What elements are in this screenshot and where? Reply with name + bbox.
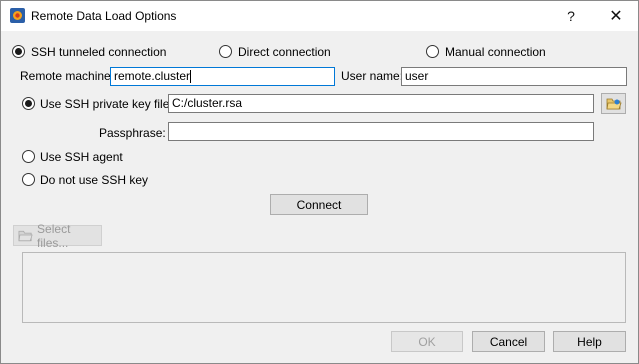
user-name-label: User name: <box>341 69 404 83</box>
passphrase-label: Passphrase: <box>99 126 166 140</box>
radio-ssh-agent-label: Use SSH agent <box>40 150 123 164</box>
close-button[interactable]: ✕ <box>594 1 638 31</box>
radio-direct[interactable]: Direct connection <box>218 44 338 60</box>
help-icon: ? <box>567 8 575 24</box>
radio-ssh-tunneled-circle[interactable] <box>12 45 25 58</box>
radio-manual-circle[interactable] <box>426 45 439 58</box>
select-files-label: Select files... <box>37 221 71 250</box>
radio-ssh-agent[interactable]: Use SSH agent <box>21 149 131 165</box>
radio-direct-label: Direct connection <box>238 45 331 59</box>
remote-machine-label: Remote machine: <box>20 69 115 83</box>
browse-key-button[interactable] <box>601 93 626 114</box>
radio-no-ssh-key[interactable]: Do not use SSH key <box>21 172 151 188</box>
close-icon: ✕ <box>609 8 623 25</box>
ok-button-label: OK <box>418 334 436 349</box>
private-key-file-input[interactable]: C:/cluster.rsa <box>168 94 594 113</box>
file-list-area[interactable] <box>22 252 626 323</box>
cancel-button[interactable]: Cancel <box>472 331 545 352</box>
folder-icon <box>18 230 33 241</box>
ok-button[interactable]: OK <box>391 331 463 352</box>
radio-manual-label: Manual connection <box>445 45 546 59</box>
connect-button-label: Connect <box>296 197 342 212</box>
radio-manual[interactable]: Manual connection <box>425 44 555 60</box>
cancel-button-label: Cancel <box>489 334 528 349</box>
help-button[interactable]: Help <box>553 331 626 352</box>
title-bar: Remote Data Load Options ? ✕ <box>1 1 638 31</box>
radio-use-private-key[interactable]: Use SSH private key file: <box>21 96 173 112</box>
radio-no-ssh-key-circle[interactable] <box>22 173 35 186</box>
passphrase-input[interactable] <box>168 122 594 141</box>
window-title: Remote Data Load Options <box>31 9 177 23</box>
radio-ssh-agent-circle[interactable] <box>22 150 35 163</box>
help-button-label: Help <box>577 334 602 349</box>
radio-use-private-key-label: Use SSH private key file: <box>40 97 173 111</box>
remote-machine-value: remote.cluster <box>114 69 191 83</box>
app-logo-icon <box>10 8 25 23</box>
folder-open-icon <box>606 98 622 109</box>
connect-button[interactable]: Connect <box>270 194 368 215</box>
radio-use-private-key-circle[interactable] <box>22 97 35 110</box>
user-name-value: user <box>405 69 429 83</box>
radio-ssh-tunneled[interactable]: SSH tunneled connection <box>11 44 171 60</box>
select-files-button[interactable]: Select files... <box>13 222 102 250</box>
radio-no-ssh-key-label: Do not use SSH key <box>40 173 149 187</box>
radio-ssh-tunneled-label: SSH tunneled connection <box>31 45 167 59</box>
dialog-window: Remote Data Load Options ? ✕ SSH tunnele… <box>0 0 639 364</box>
private-key-file-value: C:/cluster.rsa <box>172 96 243 110</box>
user-name-input[interactable]: user <box>401 67 627 86</box>
text-cursor <box>190 70 192 84</box>
radio-direct-circle[interactable] <box>219 45 232 58</box>
remote-machine-input[interactable]: remote.cluster <box>110 67 335 86</box>
help-title-button[interactable]: ? <box>549 1 593 31</box>
